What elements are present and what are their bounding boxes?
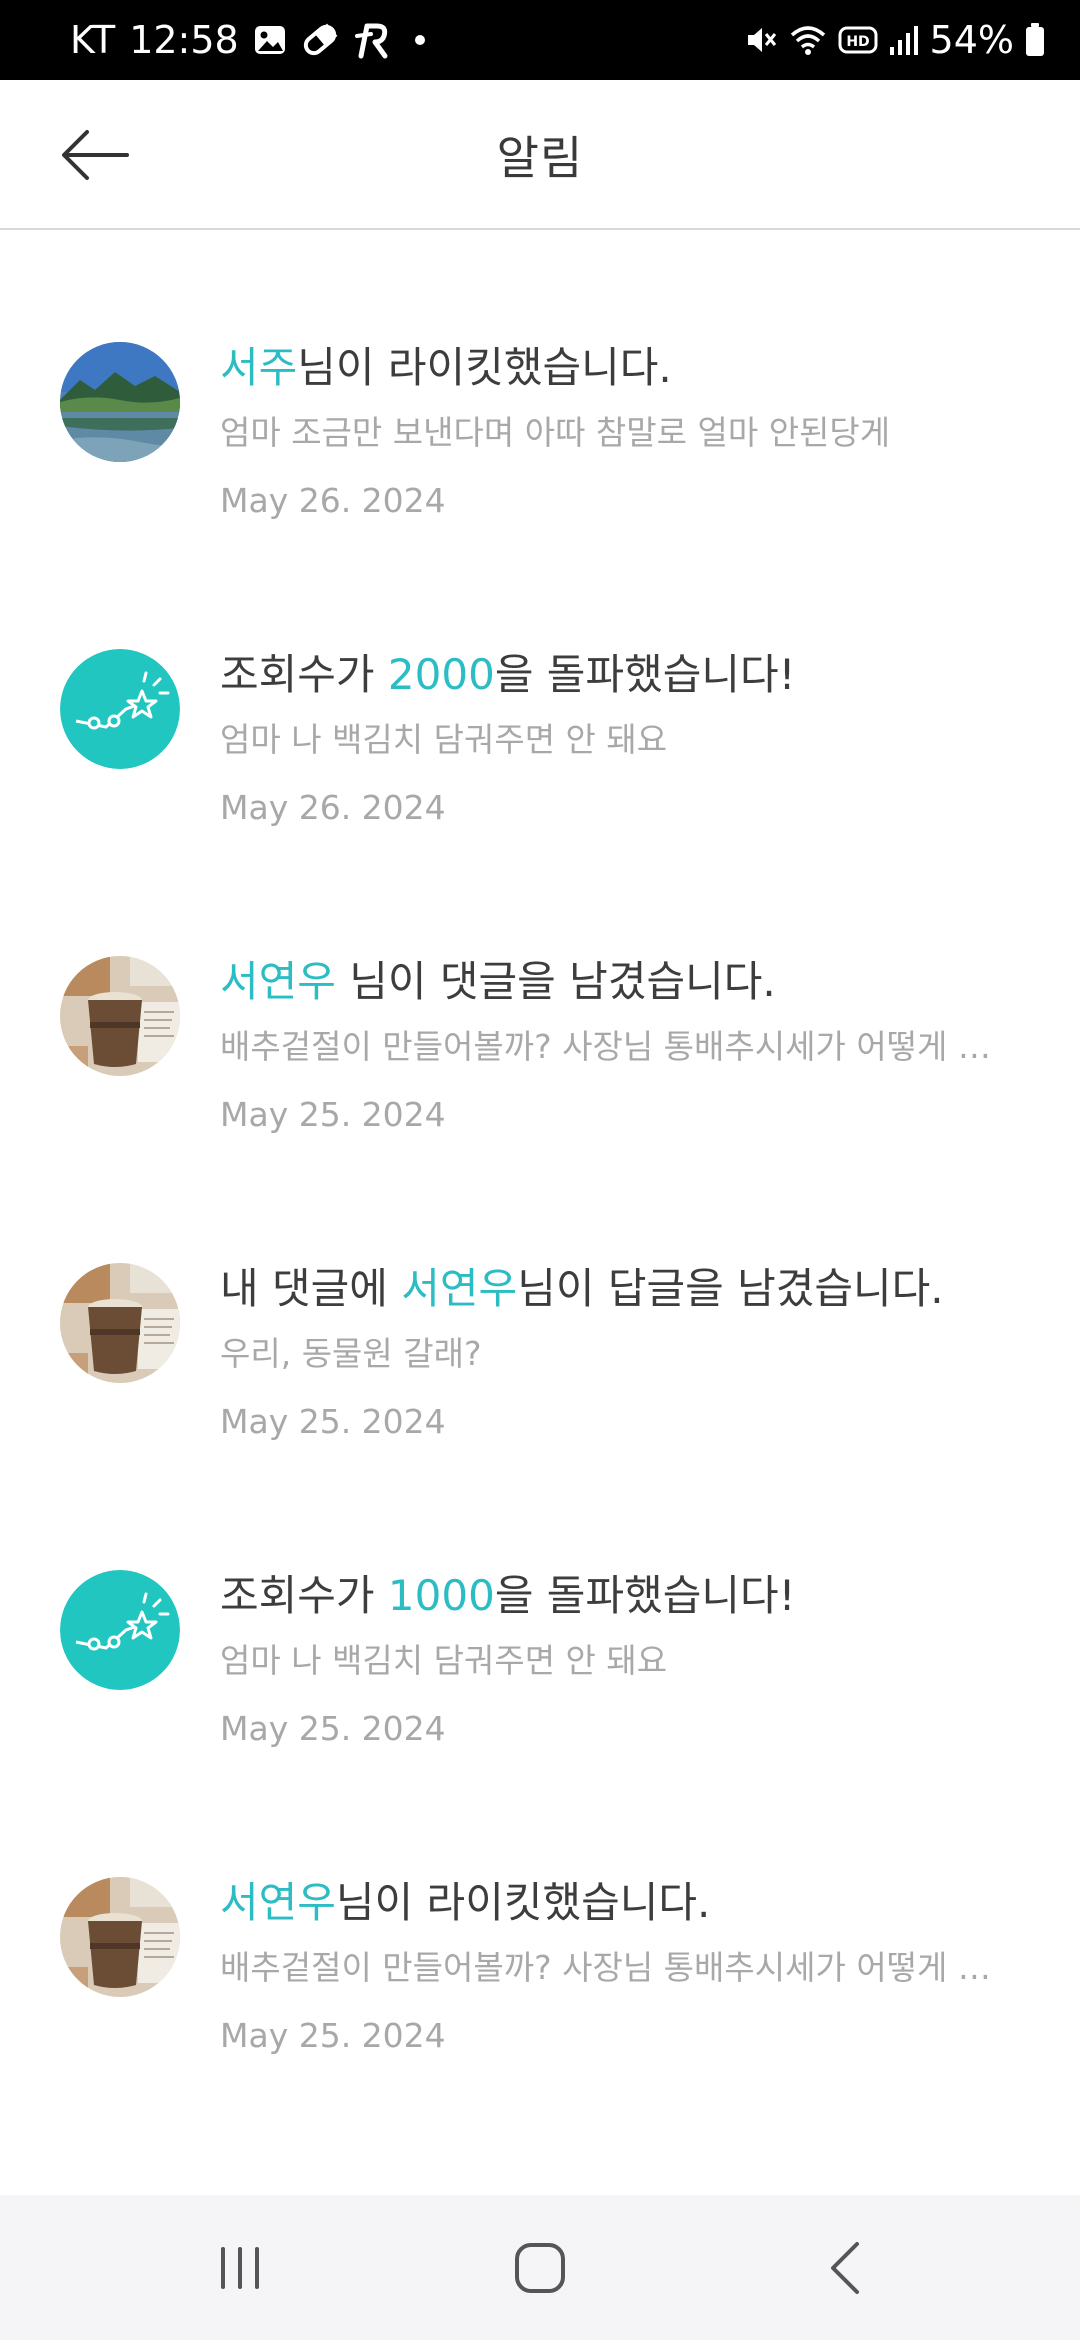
notification-title: 서연우님이 라이킷했습니다.	[220, 1875, 1040, 1931]
view-count: 1000	[387, 1571, 495, 1620]
back-chevron-icon	[831, 2241, 859, 2294]
notification-date: May 25. 2024	[220, 2016, 446, 2055]
notification-preview: 배추겉절이 만들어볼까? 사장님 통배추시세가 어떻게 …	[220, 1948, 991, 1987]
landscape-photo	[60, 342, 180, 462]
title-text-end: 을 돌파했습니다!	[494, 650, 796, 699]
title-text: 조회수가	[220, 650, 388, 699]
user-name: 서주	[220, 343, 298, 392]
hd-icon: HD	[838, 25, 878, 55]
avatar	[60, 956, 180, 1076]
notification-item[interactable]: 내 댓글에 서연우님이 답글을 남겼습니다. 우리, 동물원 갈래? May 2…	[0, 1261, 1080, 1561]
notification-date: May 26. 2024	[220, 788, 446, 827]
notification-title: 조회수가 2000을 돌파했습니다!	[220, 647, 1040, 703]
user-name: 서연우	[220, 957, 336, 1006]
notification-date: May 25. 2024	[220, 1709, 446, 1748]
notification-title: 조회수가 1000을 돌파했습니다!	[220, 1568, 1040, 1624]
mute-icon	[744, 23, 778, 57]
notification-date: May 25. 2024	[220, 1095, 446, 1134]
notification-preview: 우리, 동물원 갈래?	[220, 1334, 482, 1373]
status-bar-left: KT 12:58	[70, 0, 425, 80]
notification-item[interactable]: 조회수가 1000을 돌파했습니다! 엄마 나 백김치 담궈주면 안 돼요 Ma…	[0, 1568, 1080, 1868]
notification-list[interactable]: 서주님이 라이킷했습니다. 엄마 조금만 보낸다며 아따 참말로 얼마 안된당게…	[0, 232, 1080, 2192]
pill-icon	[301, 23, 339, 57]
status-bar: KT 12:58 HD 54%	[0, 0, 1080, 80]
notification-item[interactable]: 조회수가 2000을 돌파했습니다! 엄마 나 백김치 담궈주면 안 돼요 Ma…	[0, 647, 1080, 947]
battery-icon	[1024, 22, 1046, 58]
carrier-label: KT	[70, 18, 116, 62]
notification-item[interactable]: 서연우님이 라이킷했습니다. 배추겉절이 만들어볼까? 사장님 통배추시세가 어…	[0, 1875, 1080, 2175]
title-text-end: 을 돌파했습니다!	[494, 1571, 796, 1620]
title-text-end: 님이 답글을 남겼습니다.	[517, 1264, 944, 1313]
notification-content: 서주님이 라이킷했습니다. 엄마 조금만 보낸다며 아따 참말로 얼마 안된당게…	[220, 340, 1040, 524]
recent-apps-button[interactable]	[160, 2195, 320, 2340]
coffee-cup-photo	[60, 1263, 180, 1383]
title-text: 님이 라이킷했습니다.	[297, 343, 672, 392]
avatar	[60, 1877, 180, 1997]
notification-dot-icon	[414, 35, 425, 45]
back-nav-button[interactable]	[765, 2195, 925, 2340]
status-bar-right: HD 54%	[744, 0, 1046, 80]
notification-preview: 엄마 나 백김치 담궈주면 안 돼요	[220, 1641, 668, 1680]
coffee-cup-photo	[60, 956, 180, 1076]
notification-date: May 26. 2024	[220, 481, 446, 520]
gallery-icon	[253, 23, 287, 57]
home-icon	[515, 2242, 565, 2293]
views-milestone-icon	[60, 649, 180, 769]
user-name: 서연우	[220, 1878, 336, 1927]
clock: 12:58	[129, 18, 239, 62]
views-milestone-icon	[60, 1570, 180, 1690]
wifi-icon	[788, 23, 828, 57]
signal-icon	[888, 23, 920, 57]
coffee-cup-photo	[60, 1877, 180, 1997]
title-text: 님이 댓글을 남겼습니다.	[335, 957, 776, 1006]
app-header: 알림	[0, 80, 1080, 230]
home-button[interactable]	[460, 2195, 620, 2340]
battery-percent: 54%	[929, 18, 1014, 62]
recent-apps-icon	[221, 2246, 259, 2289]
title-text: 님이 라이킷했습니다.	[335, 1878, 711, 1927]
notification-content: 조회수가 1000을 돌파했습니다! 엄마 나 백김치 담궈주면 안 돼요 Ma…	[220, 1568, 1040, 1752]
notification-content: 서연우 님이 댓글을 남겼습니다. 배추겉절이 만들어볼까? 사장님 통배추시세…	[220, 954, 1040, 1138]
system-nav-bar	[0, 2195, 1080, 2340]
title-text: 내 댓글에	[220, 1264, 402, 1313]
notification-content: 서연우님이 라이킷했습니다. 배추겉절이 만들어볼까? 사장님 통배추시세가 어…	[220, 1875, 1040, 2059]
avatar	[60, 1263, 180, 1383]
user-name: 서연우	[401, 1264, 518, 1313]
notification-item[interactable]: 서연우 님이 댓글을 남겼습니다. 배추겉절이 만들어볼까? 사장님 통배추시세…	[0, 954, 1080, 1254]
title-text: 조회수가	[220, 1571, 388, 1620]
notification-preview: 엄마 나 백김치 담궈주면 안 돼요	[220, 720, 668, 759]
notification-preview: 엄마 조금만 보낸다며 아따 참말로 얼마 안된당게	[220, 413, 891, 452]
notification-content: 내 댓글에 서연우님이 답글을 남겼습니다. 우리, 동물원 갈래? May 2…	[220, 1261, 1040, 1445]
avatar	[60, 342, 180, 462]
notification-content: 조회수가 2000을 돌파했습니다! 엄마 나 백김치 담궈주면 안 돼요 Ma…	[220, 647, 1040, 831]
notification-item[interactable]: 서주님이 라이킷했습니다. 엄마 조금만 보낸다며 아따 참말로 얼마 안된당게…	[0, 340, 1080, 640]
avatar	[60, 1570, 180, 1690]
r-app-icon	[353, 20, 393, 60]
notification-preview: 배추겉절이 만들어볼까? 사장님 통배추시세가 어떻게 …	[220, 1027, 991, 1066]
notification-title: 서주님이 라이킷했습니다.	[220, 340, 1040, 396]
notification-title: 서연우 님이 댓글을 남겼습니다.	[220, 954, 1040, 1010]
svg-text:HD: HD	[846, 34, 869, 50]
view-count: 2000	[387, 650, 495, 699]
avatar	[60, 649, 180, 769]
page-title: 알림	[496, 131, 584, 185]
notification-title: 내 댓글에 서연우님이 답글을 남겼습니다.	[220, 1261, 1040, 1317]
notification-date: May 25. 2024	[220, 1402, 446, 1441]
